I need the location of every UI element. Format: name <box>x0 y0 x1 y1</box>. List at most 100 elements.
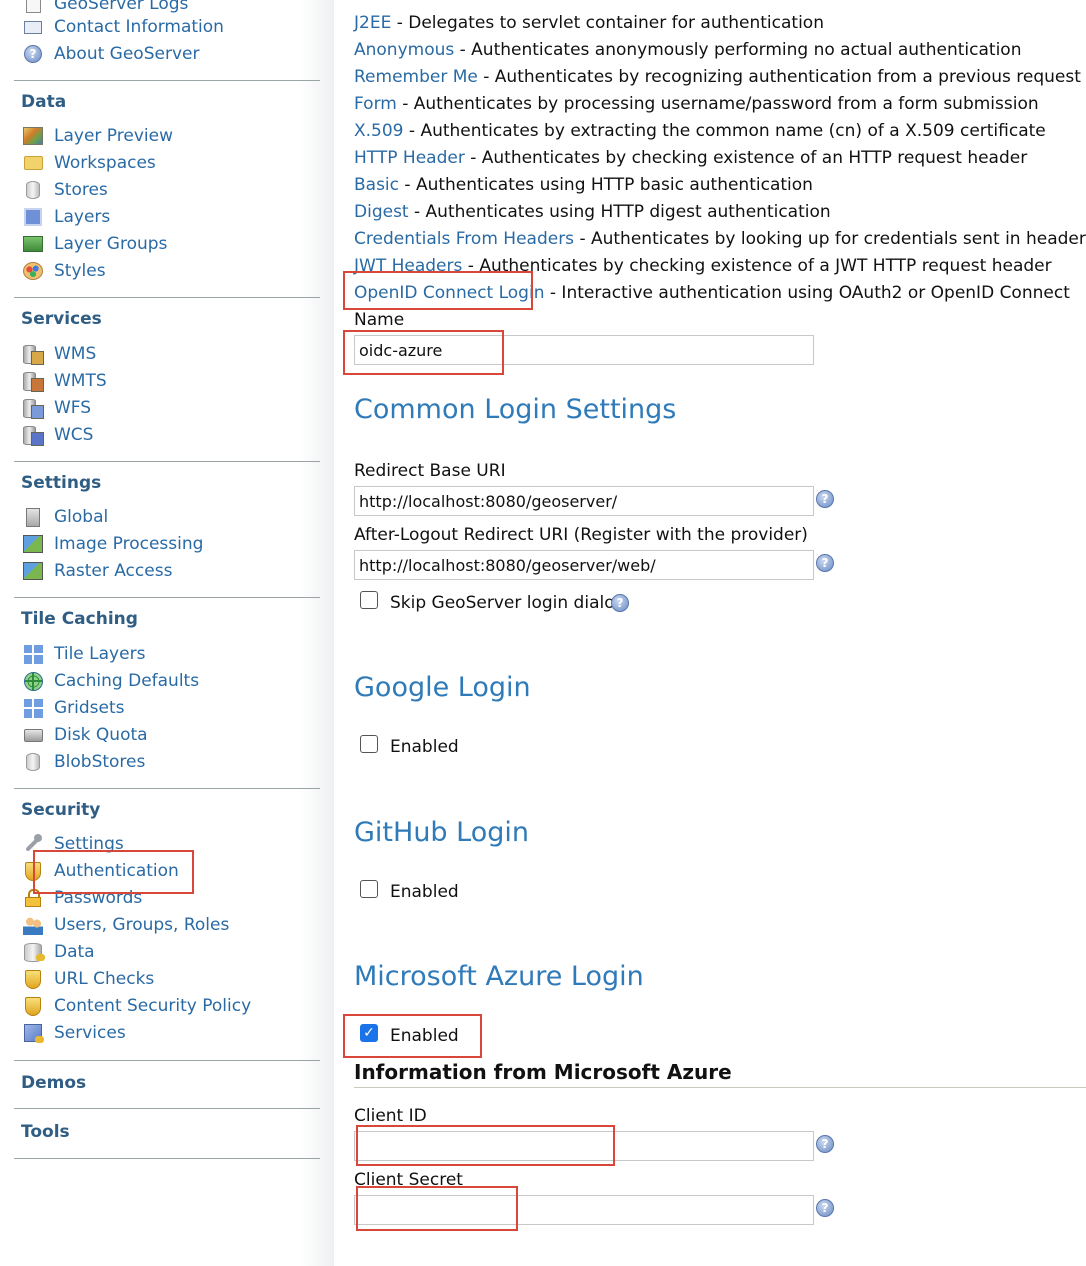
sidebar-item-label[interactable]: Settings <box>54 834 124 854</box>
sidebar-item-wfs[interactable]: WFS <box>22 396 91 420</box>
sidebar-item-tile-layers[interactable]: Tile Layers <box>22 642 145 666</box>
sidebar-item-label[interactable]: Tile Layers <box>54 644 145 664</box>
sidebar-item-label[interactable]: Layers <box>54 207 110 227</box>
auth-type-link[interactable]: OpenID Connect Login <box>354 283 544 303</box>
sidebar-nav: GeoServer Logs Contact Information ? Abo… <box>0 0 334 1266</box>
section-title-demos[interactable]: Demos <box>21 1073 86 1093</box>
redirect-base-uri-input[interactable] <box>354 486 814 516</box>
sidebar-item-label[interactable]: Caching Defaults <box>54 671 199 691</box>
sidebar-item-label[interactable]: WMS <box>54 344 96 364</box>
auth-type-link[interactable]: HTTP Header <box>354 148 465 168</box>
sidebar-item-label[interactable]: About GeoServer <box>54 44 199 64</box>
skip-login-dialog-checkbox[interactable] <box>360 591 378 609</box>
auth-type-link[interactable]: X.509 <box>354 121 404 141</box>
sidebar-item-raster-access[interactable]: Raster Access <box>22 559 172 583</box>
auth-type-digest: Digest - Authenticates using HTTP digest… <box>354 201 831 223</box>
sidebar-item-security-settings[interactable]: Settings <box>22 832 124 856</box>
sidebar-item-gridsets[interactable]: Gridsets <box>22 696 125 720</box>
sidebar-item-label[interactable]: Raster Access <box>54 561 172 581</box>
sidebar-item-label[interactable]: Gridsets <box>54 698 125 718</box>
client-id-input[interactable] <box>354 1131 814 1161</box>
sidebar-item-label[interactable]: WMTS <box>54 371 107 391</box>
sidebar-item-stores[interactable]: Stores <box>22 178 108 202</box>
sidebar-item-label[interactable]: Data <box>54 942 95 962</box>
raster-access-icon <box>22 561 44 581</box>
sidebar-item-label[interactable]: Layer Groups <box>54 234 167 254</box>
sidebar-item-about-geoserver[interactable]: ? About GeoServer <box>22 42 199 66</box>
sidebar-item-authentication[interactable]: Authentication <box>22 859 179 883</box>
help-icon[interactable]: ? <box>816 1199 834 1217</box>
wmts-service-icon <box>22 371 44 392</box>
sidebar-item-label[interactable]: Content Security Policy <box>54 996 251 1016</box>
auth-type-j2ee: J2EE - Delegates to servlet container fo… <box>354 12 824 34</box>
sidebar-item-label[interactable]: Authentication <box>54 861 179 881</box>
sidebar-item-label[interactable]: Workspaces <box>54 153 156 173</box>
section-title-tools[interactable]: Tools <box>21 1122 70 1142</box>
help-icon[interactable]: ? <box>816 554 834 572</box>
client-id-label: Client ID <box>354 1106 427 1126</box>
sidebar-item-label[interactable]: Passwords <box>54 888 142 908</box>
sidebar-item-label[interactable]: WCS <box>54 425 93 445</box>
sidebar-item-layer-preview[interactable]: Layer Preview <box>22 124 173 148</box>
auth-type-form: Form - Authenticates by processing usern… <box>354 93 1039 115</box>
sidebar-item-caching-defaults[interactable]: Caching Defaults <box>22 669 199 693</box>
auth-type-link[interactable]: Digest <box>354 202 409 222</box>
auth-type-link[interactable]: JWT Headers <box>354 256 462 276</box>
sidebar-item-contact-information[interactable]: Contact Information <box>22 15 224 39</box>
sidebar-item-global[interactable]: Global <box>22 505 108 529</box>
sidebar-item-label[interactable]: Disk Quota <box>54 725 148 745</box>
sidebar-item-label[interactable]: Services <box>54 1023 126 1043</box>
shield-icon <box>22 996 44 1016</box>
help-icon[interactable]: ? <box>816 490 834 508</box>
sidebar-item-label[interactable]: GeoServer Logs <box>54 0 188 14</box>
sidebar-item-workspaces[interactable]: Workspaces <box>22 151 156 175</box>
sidebar-item-wms[interactable]: WMS <box>22 342 96 366</box>
sidebar-item-label[interactable]: Users, Groups, Roles <box>54 915 229 935</box>
sidebar-item-label[interactable]: URL Checks <box>54 969 154 989</box>
google-enabled-checkbox[interactable] <box>360 735 378 753</box>
sidebar-item-layers[interactable]: Layers <box>22 205 110 229</box>
help-icon[interactable]: ? <box>816 1135 834 1153</box>
sidebar-item-geoserver-logs[interactable]: GeoServer Logs <box>22 0 188 16</box>
google-enabled-label: Enabled <box>390 737 459 757</box>
grid-icon <box>22 698 44 718</box>
sidebar-item-label[interactable]: Global <box>54 507 108 527</box>
auth-type-link[interactable]: J2EE <box>354 13 391 33</box>
azure-enabled-checkbox[interactable]: ✓ <box>360 1024 378 1042</box>
sidebar-item-label[interactable]: WFS <box>54 398 91 418</box>
auth-type-link[interactable]: Remember Me <box>354 67 478 87</box>
sidebar-item-label[interactable]: Styles <box>54 261 106 281</box>
sidebar-item-url-checks[interactable]: URL Checks <box>22 967 154 991</box>
sidebar-item-label[interactable]: Stores <box>54 180 108 200</box>
sidebar-item-label[interactable]: Layer Preview <box>54 126 173 146</box>
sidebar-item-wmts[interactable]: WMTS <box>22 369 107 393</box>
auth-type-link[interactable]: Credentials From Headers <box>354 229 574 249</box>
auth-type-link[interactable]: Form <box>354 94 397 114</box>
sidebar-item-data-security[interactable]: Data <box>22 940 95 964</box>
sidebar-item-label[interactable]: Image Processing <box>54 534 203 554</box>
help-icon[interactable]: ? <box>611 594 629 612</box>
client-secret-input[interactable] <box>354 1195 814 1225</box>
github-enabled-checkbox[interactable] <box>360 880 378 898</box>
sidebar-item-users-groups-roles[interactable]: Users, Groups, Roles <box>22 913 229 937</box>
sidebar-item-content-security-policy[interactable]: Content Security Policy <box>22 994 251 1018</box>
sidebar-item-layer-groups[interactable]: Layer Groups <box>22 232 167 256</box>
auth-type-link[interactable]: Basic <box>354 175 399 195</box>
contact-card-icon <box>22 17 44 37</box>
database-icon <box>22 180 44 200</box>
name-input[interactable] <box>354 335 814 365</box>
auth-type-description: - Authenticates by recognizing authentic… <box>477 67 1081 87</box>
sidebar-item-styles[interactable]: Styles <box>22 259 106 283</box>
auth-type-anonymous: Anonymous - Authenticates anonymously pe… <box>354 39 1021 61</box>
after-logout-redirect-uri-input[interactable] <box>354 550 814 580</box>
sidebar-item-blobstores[interactable]: BlobStores <box>22 750 145 774</box>
auth-type-link[interactable]: Anonymous <box>354 40 454 60</box>
sidebar-item-passwords[interactable]: Passwords <box>22 886 142 910</box>
divider <box>14 297 320 298</box>
sidebar-item-label[interactable]: BlobStores <box>54 752 145 772</box>
sidebar-item-wcs[interactable]: WCS <box>22 423 93 447</box>
sidebar-item-services-security[interactable]: Services <box>22 1021 126 1045</box>
sidebar-item-image-processing[interactable]: Image Processing <box>22 532 203 556</box>
sidebar-item-label[interactable]: Contact Information <box>54 17 224 37</box>
sidebar-item-disk-quota[interactable]: Disk Quota <box>22 723 148 747</box>
